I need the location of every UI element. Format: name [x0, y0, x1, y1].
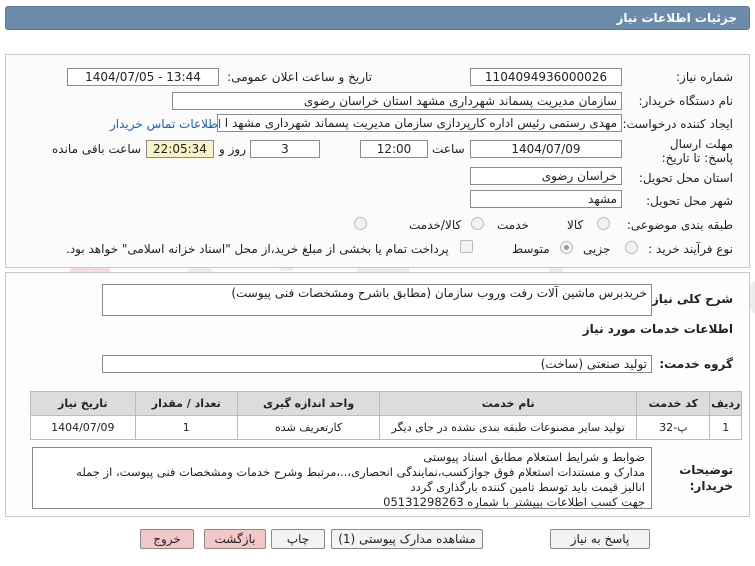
col-code: کد خدمت	[636, 391, 711, 416]
back-button[interactable]: بازگشت	[204, 529, 266, 549]
col-row: ردیف	[709, 391, 742, 416]
province-field: خراسان رضوی	[470, 167, 622, 185]
service-group-field: تولید صنعتی (ساخت)	[102, 355, 652, 373]
print-button[interactable]: چاپ	[271, 529, 325, 549]
view-attachments-button[interactable]: مشاهده مدارک پیوستی (1)	[331, 529, 483, 549]
deadline-time-field: 12:00	[360, 140, 428, 158]
services-section-title: اطلاعات خدمات مورد نیاز	[582, 322, 733, 336]
days-label: روز و	[219, 142, 246, 156]
process-option-minor: جزیی	[583, 242, 611, 256]
process-label: نوع فرآیند خرید :	[648, 242, 733, 256]
category-radio-service[interactable]	[471, 217, 484, 230]
need-number-label: شماره نیاز:	[676, 70, 733, 84]
buyer-notes-label: توضیحات خریدار:	[679, 463, 733, 493]
buyer-notes-line: مدارک و مستندات استعلام فوق جوازکسب،نمای…	[76, 465, 645, 479]
process-radio-minor[interactable]	[625, 241, 638, 254]
service-group-label: گروه خدمت:	[659, 357, 733, 371]
buyer-org-field: سازمان مدیریت پسماند شهرداری مشهد استان …	[172, 92, 622, 110]
need-info-panel	[5, 54, 750, 268]
cell-row: 1	[709, 415, 742, 440]
cell-code: پ-32	[636, 415, 711, 440]
cell-name: تولید سایر مصنوعات طبقه بندی نشده در جای…	[379, 415, 638, 440]
city-label: شهر محل تحویل:	[646, 194, 733, 208]
page-header: جزئیات اطلاعات نیاز	[5, 6, 750, 30]
days-remaining-field: 3	[250, 140, 320, 158]
city-field: مشهد	[470, 190, 622, 208]
deadline-label: مهلت ارسال پاسخ: تا تاریخ:	[661, 137, 733, 165]
page-title: جزئیات اطلاعات نیاز	[616, 11, 737, 25]
category-radio-goods-service[interactable]	[354, 217, 367, 230]
cell-unit: کارتعریف شده	[236, 415, 381, 440]
time-remaining-field: 22:05:34	[146, 140, 214, 158]
announce-date-field: 1404/07/05 - 13:44	[67, 68, 219, 86]
need-number-field: 1104094936000026	[470, 68, 622, 86]
creator-field: مهدی رستمی رئیس اداره کارپردازی سازمان م…	[217, 114, 622, 132]
exit-button[interactable]: خروج	[140, 529, 194, 549]
summary-label: شرح کلی نیاز:	[647, 292, 733, 306]
col-qty: تعداد / مقدار	[134, 391, 239, 416]
deadline-time-label: ساعت	[432, 142, 465, 156]
category-label: طبقه بندی موضوعی:	[626, 218, 733, 232]
col-name: نام خدمت	[379, 391, 638, 416]
process-radio-medium[interactable]	[560, 241, 573, 254]
deadline-date-field: 1404/07/09	[470, 140, 622, 158]
treasury-payment-checkbox[interactable]	[460, 240, 473, 253]
cell-qty: 1	[134, 415, 239, 440]
category-option-service: خدمت	[497, 218, 529, 232]
buyer-contact-link[interactable]: اطلاعات تماس خریدار	[110, 117, 221, 131]
category-option-goods: کالا	[567, 218, 584, 232]
buyer-notes-field: ضوابط و شرایط استعلام مطابق اسناد پیوستی…	[32, 447, 652, 509]
creator-label: ایجاد کننده درخواست:	[622, 117, 733, 131]
treasury-payment-note: پرداخت تمام یا بخشی از مبلغ خرید،از محل …	[66, 242, 449, 256]
services-table-header: ردیف کد خدمت نام خدمت واحد اندازه گیری ت…	[30, 391, 742, 416]
summary-field: خریدبرس ماشین آلات رفت وروب سازمان (مطاب…	[102, 284, 652, 316]
buyer-notes-line: ضوابط و شرایط استعلام مطابق اسناد پیوستی	[423, 450, 645, 464]
category-option-goods-service: کالا/خدمت	[409, 218, 462, 232]
buyer-org-label: نام دستگاه خریدار:	[638, 94, 734, 108]
buyer-notes-line: جهت کسب اطلاعات بییشتر با شماره 05131298…	[383, 495, 645, 509]
col-unit: واحد اندازه گیری	[236, 391, 381, 416]
cell-date: 1404/07/09	[30, 415, 136, 440]
col-date: تاریخ نیاز	[30, 391, 136, 416]
province-label: استان محل تحویل:	[638, 171, 733, 185]
respond-button[interactable]: پاسخ به نیاز	[550, 529, 650, 549]
announce-date-label: تاریخ و ساعت اعلان عمومی:	[227, 70, 372, 84]
services-table: ردیف کد خدمت نام خدمت واحد اندازه گیری ت…	[30, 391, 742, 440]
process-option-medium: متوسط	[512, 242, 550, 256]
category-radio-goods[interactable]	[597, 217, 610, 230]
time-remaining-label: ساعت باقی مانده	[52, 142, 142, 156]
table-row: 1 پ-32 تولید سایر مصنوعات طبقه بندی نشده…	[30, 415, 742, 440]
buyer-notes-line: انالیز قیمت باید توسط تامین کننده بارگذا…	[410, 480, 646, 494]
